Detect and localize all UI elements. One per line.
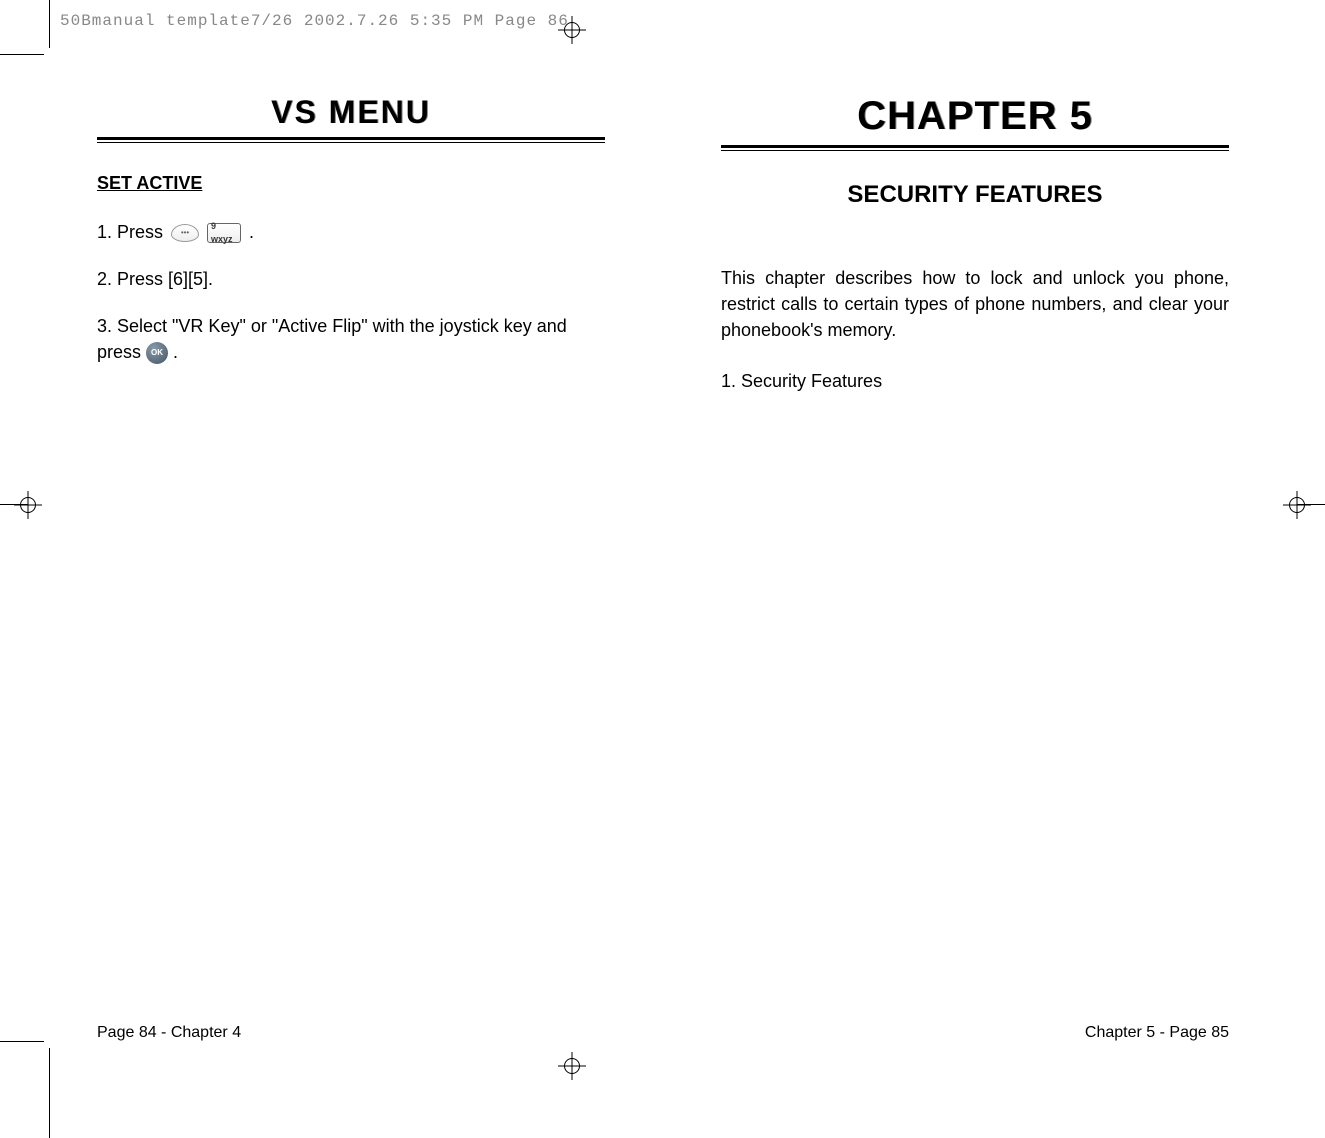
step-text: . xyxy=(173,342,178,362)
section-heading: SET ACTIVE xyxy=(97,173,605,194)
registration-mark xyxy=(558,16,586,44)
nine-key-icon: 9 wxyz xyxy=(207,223,241,243)
list-text: Security Features xyxy=(736,371,882,391)
title-rule xyxy=(721,145,1229,151)
list-number: 1. xyxy=(721,371,736,391)
crop-mark xyxy=(49,1048,50,1138)
step-1: 1. Press ••• 9 wxyz . xyxy=(97,220,605,245)
crop-mark xyxy=(0,54,44,55)
print-header-info: 50Bmanual template7/26 2002.7.26 5:35 PM… xyxy=(60,12,569,30)
ok-button-icon: OK xyxy=(146,342,168,364)
softkey-icon: ••• xyxy=(171,224,199,242)
crop-mark xyxy=(49,0,50,48)
chapter-title: CHAPTER 5 xyxy=(721,94,1229,139)
step-text: 3. Select "VR Key" or "Active Flip" with… xyxy=(97,316,567,361)
spread-container: VS MENU SET ACTIVE 1. Press ••• 9 wxyz .… xyxy=(49,54,1277,1042)
page-footer-right: Chapter 5 - Page 85 xyxy=(1085,1024,1229,1042)
right-page: CHAPTER 5 SECURITY FEATURES This chapter… xyxy=(663,54,1277,1042)
step-text: 1. Press xyxy=(97,220,163,245)
chapter-subtitle: SECURITY FEATURES xyxy=(721,181,1229,209)
chapter-description: This chapter describes how to lock and u… xyxy=(721,265,1229,343)
step-2: 2. Press [6][5]. xyxy=(97,267,605,292)
step-3: 3. Select "VR Key" or "Active Flip" with… xyxy=(97,314,605,364)
title-rule xyxy=(97,137,605,143)
left-page: VS MENU SET ACTIVE 1. Press ••• 9 wxyz .… xyxy=(49,54,663,1042)
page-title: VS MENU xyxy=(97,94,605,131)
page-footer-left: Page 84 - Chapter 4 xyxy=(97,1024,241,1042)
contents-item: 1. Security Features xyxy=(721,371,1229,392)
crop-mark xyxy=(0,1041,44,1042)
registration-mark xyxy=(1283,491,1311,519)
step-text: . xyxy=(249,220,254,245)
registration-mark xyxy=(558,1052,586,1080)
registration-mark xyxy=(14,491,42,519)
